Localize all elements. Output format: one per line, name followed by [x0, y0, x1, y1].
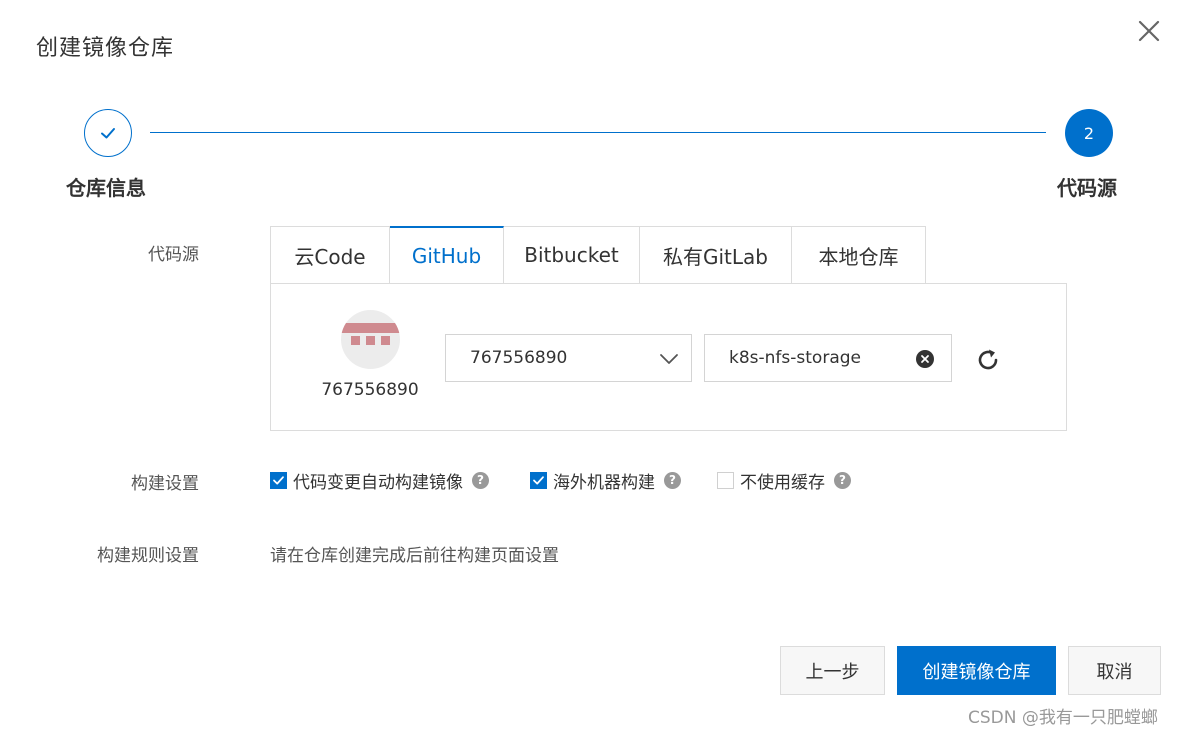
- close-icon[interactable]: [1134, 16, 1164, 46]
- create-repo-dialog: 创建镜像仓库 2 仓库信息 代码源 代码源 云Code GitHub Bitbu…: [0, 0, 1194, 733]
- prev-step-button[interactable]: 上一步: [780, 646, 885, 695]
- refresh-icon[interactable]: [974, 346, 1002, 374]
- overseas-build-label: 海外机器构建: [553, 472, 655, 493]
- auto-build-checkbox[interactable]: [270, 471, 287, 489]
- no-cache-label: 不使用缓存: [740, 472, 825, 493]
- build-rules-label: 构建规则设置: [97, 546, 199, 566]
- account-name: 767556890: [321, 380, 419, 400]
- tab-github[interactable]: GitHub: [390, 226, 504, 284]
- repo-input[interactable]: k8s-nfs-storage: [704, 334, 952, 382]
- overseas-build-checkbox[interactable]: [530, 471, 547, 489]
- check-icon: [101, 128, 115, 139]
- create-repo-button[interactable]: 创建镜像仓库: [897, 646, 1056, 695]
- check-icon: [273, 475, 284, 484]
- tab-private-gitlab[interactable]: 私有GitLab: [640, 226, 792, 284]
- dialog-title: 创建镜像仓库: [36, 36, 175, 61]
- clear-icon[interactable]: [916, 350, 934, 368]
- auto-build-label: 代码变更自动构建镜像: [293, 472, 463, 493]
- step-connector: [150, 132, 1046, 133]
- source-tabs: 云Code GitHub Bitbucket 私有GitLab 本地仓库: [270, 226, 926, 284]
- help-icon[interactable]: ?: [472, 471, 489, 489]
- cancel-button[interactable]: 取消: [1068, 646, 1161, 695]
- no-cache-checkbox[interactable]: [717, 471, 734, 489]
- build-rules-text: 请在仓库创建完成后前往构建页面设置: [270, 546, 559, 566]
- namespace-select[interactable]: 767556890: [445, 334, 692, 382]
- build-settings-label: 构建设置: [131, 474, 199, 494]
- source-label: 代码源: [148, 245, 199, 265]
- overseas-build-option: 海外机器构建 ?: [530, 470, 681, 493]
- watermark-text: CSDN @我有一只肥螳螂: [968, 708, 1158, 728]
- step-1-label: 仓库信息: [66, 176, 146, 200]
- help-icon[interactable]: ?: [834, 471, 851, 489]
- step-2-number: 2: [1083, 123, 1095, 143]
- chevron-down-icon: [660, 354, 678, 364]
- auto-build-option: 代码变更自动构建镜像 ?: [270, 470, 489, 493]
- avatar-icon: [341, 310, 400, 369]
- no-cache-option: 不使用缓存 ?: [717, 470, 851, 493]
- step-2-label: 代码源: [1057, 176, 1117, 200]
- help-icon[interactable]: ?: [664, 471, 681, 489]
- step-2-circle: 2: [1065, 109, 1113, 157]
- tab-local-repo[interactable]: 本地仓库: [792, 226, 926, 284]
- namespace-select-value: 767556890: [470, 348, 568, 368]
- tab-yun-code[interactable]: 云Code: [270, 226, 390, 284]
- step-1-circle: [84, 109, 132, 157]
- check-icon: [533, 475, 544, 484]
- repo-input-value: k8s-nfs-storage: [729, 348, 861, 368]
- tab-bitbucket[interactable]: Bitbucket: [504, 226, 640, 284]
